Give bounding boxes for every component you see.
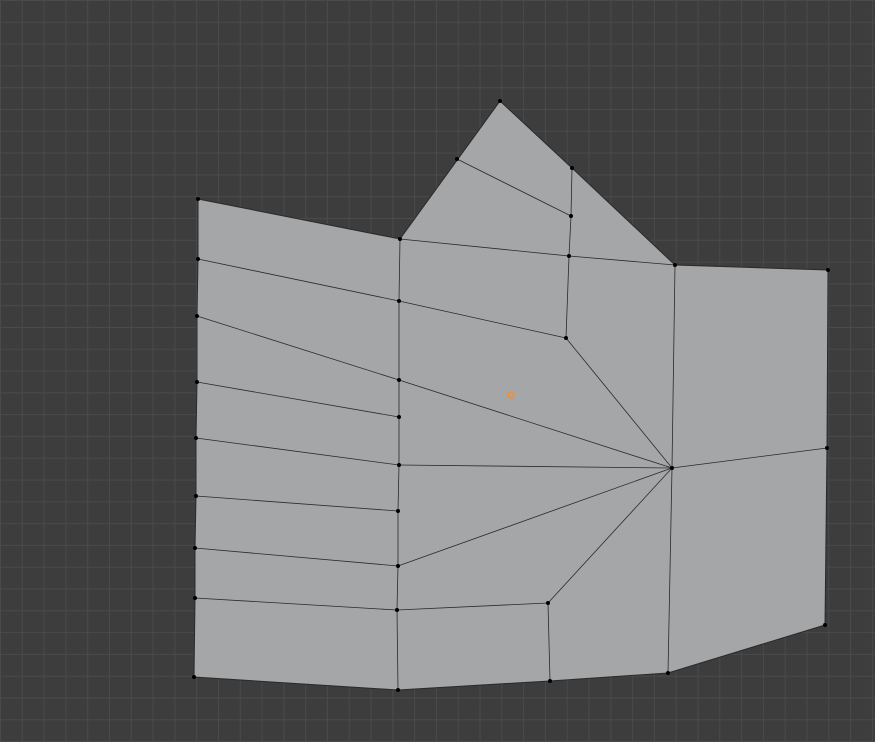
mesh-faces[interactable]: [194, 101, 828, 690]
mesh-object[interactable]: [0, 0, 875, 742]
3d-viewport[interactable]: [0, 0, 875, 742]
